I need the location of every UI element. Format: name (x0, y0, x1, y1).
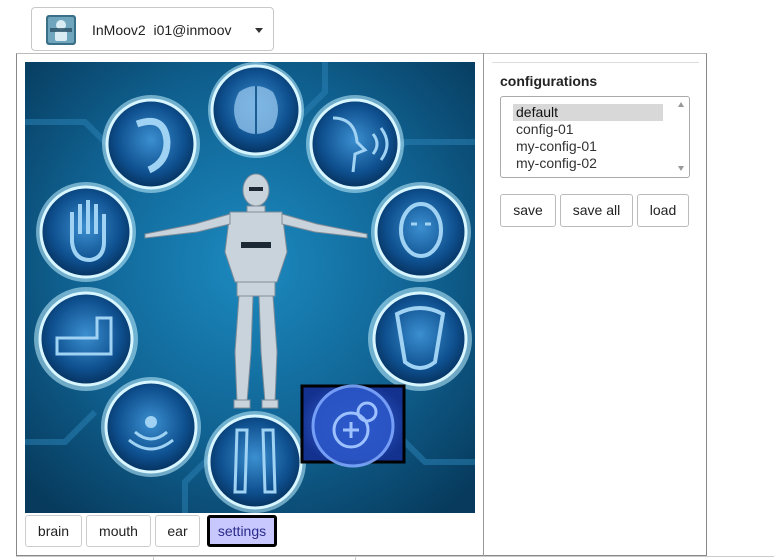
configurations-title: configurations (500, 73, 598, 89)
ear-orb[interactable] (102, 95, 200, 193)
save-all-button[interactable]: save all (560, 194, 633, 227)
save-button[interactable]: save (500, 194, 556, 227)
config-option[interactable]: default (513, 104, 663, 121)
sensor-orb[interactable] (101, 377, 201, 477)
configurations-listbox[interactable]: default config-01 my-config-01 my-config… (500, 96, 690, 178)
selector-label: InMoov2 i01@inmoov (92, 22, 232, 38)
section-rule (492, 62, 699, 63)
config-option[interactable]: my-config-02 (513, 155, 663, 172)
robot-selector[interactable]: InMoov2 i01@inmoov (31, 7, 274, 51)
panel-divider (483, 53, 484, 556)
bottom-divider (153, 556, 154, 560)
torso-orb[interactable] (368, 287, 472, 391)
tab-brain[interactable]: brain (25, 515, 82, 547)
speech-orb[interactable] (306, 95, 404, 193)
load-button[interactable]: load (637, 194, 689, 227)
bottom-border (16, 556, 774, 557)
robot-stage (25, 62, 475, 513)
caret-down-icon[interactable] (255, 28, 263, 33)
listbox-scrollbar[interactable] (674, 98, 688, 176)
arm-orb[interactable] (34, 287, 138, 391)
brain-orb[interactable] (208, 62, 304, 158)
head-orb[interactable] (371, 182, 471, 282)
scroll-up-icon[interactable] (678, 102, 684, 107)
config-option[interactable]: my-config-01 (513, 138, 663, 155)
hand-orb[interactable] (36, 182, 136, 282)
tab-ear[interactable]: ear (155, 515, 200, 547)
tab-mouth[interactable]: mouth (86, 515, 151, 547)
inmoov-logo-icon (46, 15, 76, 45)
tab-settings[interactable]: settings (207, 515, 277, 547)
legs-orb[interactable] (204, 411, 306, 513)
config-option[interactable]: config-01 (513, 121, 663, 138)
bottom-divider (355, 556, 356, 560)
scroll-down-icon[interactable] (678, 166, 684, 171)
settings-orb[interactable] (300, 384, 406, 468)
